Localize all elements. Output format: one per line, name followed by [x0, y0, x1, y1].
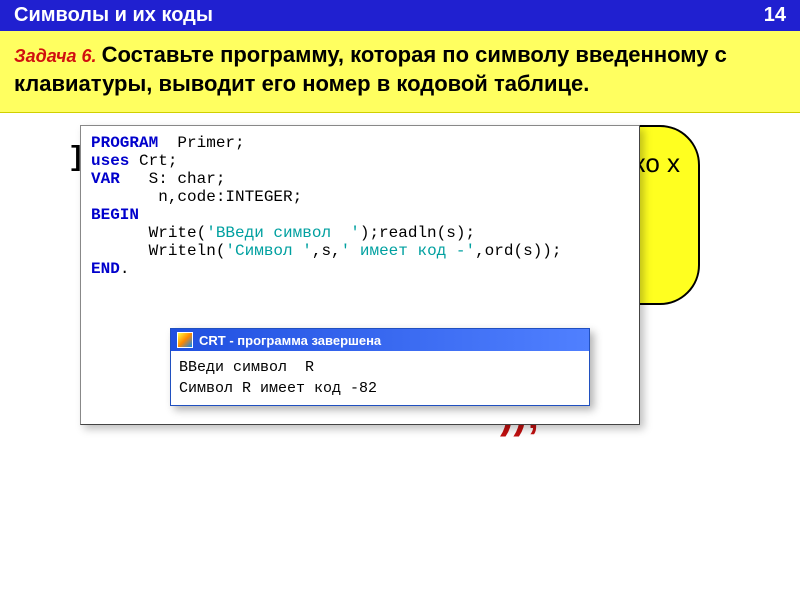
- kw-program: PROGRAM: [91, 134, 158, 152]
- kw-var: VAR: [91, 170, 120, 188]
- crt-output-line: ВВеди символ R: [179, 359, 314, 376]
- header-title: Символы и их коды: [14, 4, 213, 27]
- code-text: );readln(s);: [360, 224, 475, 242]
- content-area: ) ко х )); ] ι ι ] ] PROGRAM Primer; use…: [0, 113, 800, 553]
- task-box: Задача 6. Составьте программу, которая п…: [0, 31, 800, 113]
- code-text: Crt;: [129, 152, 177, 170]
- code-text: Primer;: [158, 134, 244, 152]
- task-text: Составьте программу, которая по символу …: [14, 42, 727, 96]
- crt-output-window: CRT - программа завершена ВВеди символ R…: [170, 328, 590, 406]
- code-string: 'Символ ': [225, 242, 311, 260]
- kw-begin: BEGIN: [91, 206, 139, 224]
- task-label: Задача 6.: [14, 46, 102, 66]
- code-text: Writeln(: [91, 242, 225, 260]
- code-text: n,code:INTEGER;: [91, 188, 302, 206]
- kw-uses: uses: [91, 152, 129, 170]
- kw-end: END: [91, 260, 120, 278]
- code-text: ,s,: [312, 242, 341, 260]
- code-text: ,ord(s));: [475, 242, 561, 260]
- crt-title-text: CRT - программа завершена: [199, 333, 381, 348]
- header-page-number: 14: [764, 4, 786, 27]
- code-string: 'ВВеди символ ': [206, 224, 360, 242]
- crt-output-line: Символ R имеет код -82: [179, 380, 377, 397]
- crt-body: ВВеди символ R Символ R имеет код -82: [171, 351, 589, 405]
- code-text: .: [120, 260, 130, 278]
- code-string: ' имеет код -': [341, 242, 475, 260]
- slide-header: Символы и их коды 14: [0, 0, 800, 31]
- crt-app-icon: [177, 332, 193, 348]
- code-text: Write(: [91, 224, 206, 242]
- crt-titlebar: CRT - программа завершена: [171, 329, 589, 351]
- code-text: S: char;: [120, 170, 226, 188]
